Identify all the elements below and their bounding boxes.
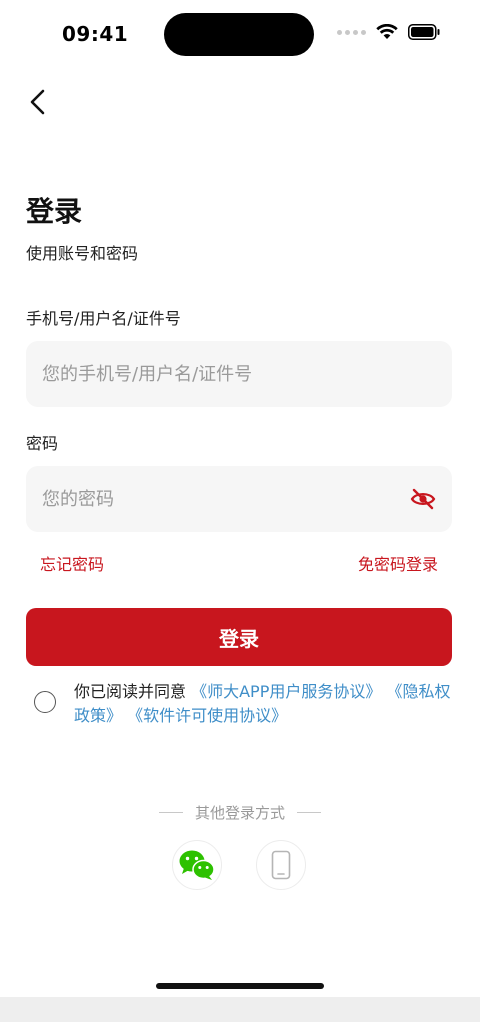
password-visibility-toggle[interactable]: [410, 486, 436, 512]
status-icons: [337, 24, 440, 40]
dynamic-island: [164, 13, 314, 56]
account-label: 手机号/用户名/证件号: [26, 309, 181, 328]
page-title: 登录: [26, 195, 83, 228]
password-label: 密码: [26, 434, 59, 453]
account-input[interactable]: [26, 341, 452, 407]
back-button[interactable]: [22, 86, 54, 118]
chevron-left-icon: [30, 89, 45, 115]
wifi-icon: [376, 24, 398, 39]
signal-icon: [337, 29, 366, 35]
other-login-label: 其他登录方式: [194, 804, 285, 822]
page-subtitle: 使用账号和密码: [26, 244, 139, 263]
battery-icon: [408, 24, 440, 40]
agreement-text: 你已阅读并同意 《师大APP用户服务协议》 《隐私权政策》 《软件许可使用协议》: [74, 680, 454, 728]
wechat-icon: [179, 850, 215, 880]
login-screen: 09:41 登录 使用账号和密码 手机号/用户名/证件号 您的手机号/用户名/证…: [0, 0, 480, 1022]
bottom-strip: [0, 997, 480, 1022]
software-license-link[interactable]: 《软件许可使用协议》: [127, 706, 287, 725]
account-input-box: [26, 341, 452, 407]
password-input-box: [26, 466, 452, 532]
home-indicator[interactable]: [156, 983, 324, 989]
login-button[interactable]: 登录: [26, 608, 452, 666]
phone-icon: [271, 850, 291, 880]
phone-login-button[interactable]: [256, 840, 306, 890]
passwordless-login-link[interactable]: 免密码登录: [358, 551, 438, 575]
wechat-login-button[interactable]: [172, 840, 222, 890]
forgot-password-link[interactable]: 忘记密码: [40, 551, 104, 575]
agreement-radio[interactable]: [34, 691, 56, 713]
status-time: 09:41: [62, 22, 129, 46]
password-input[interactable]: [26, 466, 452, 532]
user-service-agreement-link[interactable]: 《师大APP用户服务协议》: [191, 682, 381, 701]
other-login-divider: 其他登录方式: [0, 802, 480, 823]
status-bar: 09:41: [0, 0, 480, 70]
eye-off-icon: [410, 488, 436, 510]
agreement-prefix: 你已阅读并同意: [74, 682, 187, 701]
